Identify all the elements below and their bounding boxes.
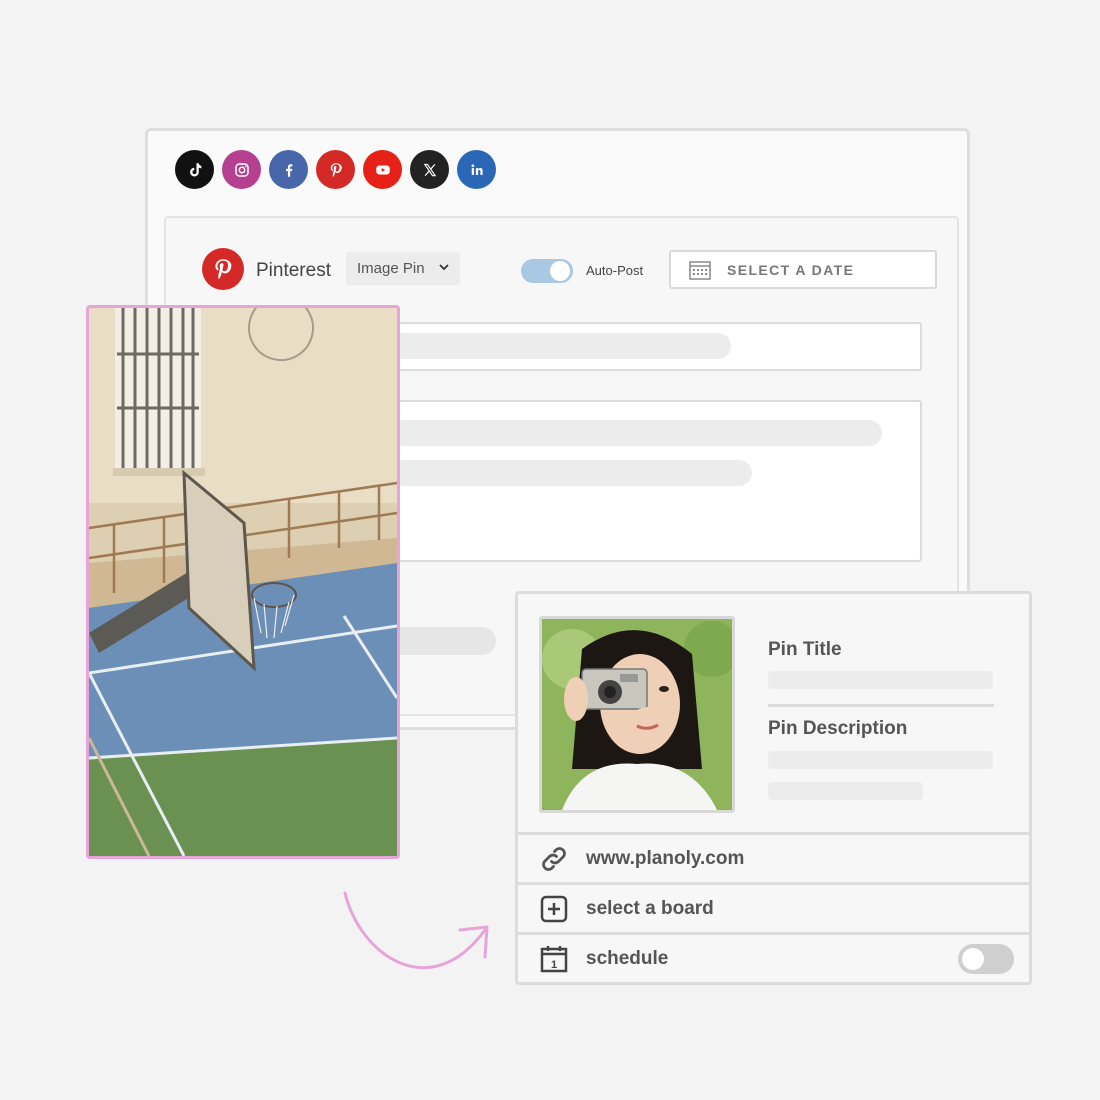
link-row[interactable]: www.planoly.com: [518, 832, 1029, 882]
platform-name: Pinterest: [256, 260, 331, 281]
pin-description-input[interactable]: [768, 751, 993, 769]
pin-preview-card: Pin Title Pin Description www.planoly.co…: [515, 591, 1032, 985]
x-icon[interactable]: [410, 150, 449, 189]
placeholder-line: [388, 460, 752, 486]
placeholder-line: [388, 420, 882, 446]
social-network-bar: [175, 150, 496, 189]
chevron-down-icon: [439, 264, 449, 271]
board-row[interactable]: select a board: [518, 882, 1029, 932]
arrow-icon: [343, 891, 489, 970]
placeholder-line: [386, 627, 496, 655]
calendar-icon: 1: [540, 945, 568, 972]
divider: [768, 704, 994, 707]
pin-type-select[interactable]: Image Pin: [346, 252, 460, 285]
pin-image-card[interactable]: [86, 305, 400, 859]
schedule-row: 1 schedule: [518, 932, 1029, 982]
placeholder-line: [388, 333, 731, 359]
board-select: select a board: [586, 897, 714, 919]
pin-type-value: Image Pin: [357, 260, 425, 277]
facebook-icon[interactable]: [269, 150, 308, 189]
title-input[interactable]: [386, 322, 922, 371]
add-board-icon: [540, 895, 568, 922]
link-icon: [542, 846, 566, 871]
link-url: www.planoly.com: [586, 847, 745, 869]
pin-title-label: Pin Title: [768, 639, 842, 660]
pin-description-line: [768, 782, 923, 800]
calendar-day: 1: [551, 959, 557, 971]
schedule-label: schedule: [586, 947, 669, 969]
calendar-icon: [689, 261, 711, 280]
pin-description-label: Pin Description: [768, 718, 908, 739]
auto-post-toggle[interactable]: [521, 259, 573, 283]
pinterest-logo-icon: [202, 248, 244, 290]
tiktok-icon[interactable]: [175, 150, 214, 189]
instagram-icon[interactable]: [222, 150, 261, 189]
basketball-court-photo: [89, 308, 397, 856]
select-date-label: SELECT A DATE: [727, 261, 855, 278]
linkedin-icon[interactable]: [457, 150, 496, 189]
camera-photo: [542, 619, 732, 810]
schedule-toggle[interactable]: [958, 943, 1014, 974]
pinterest-icon[interactable]: [316, 150, 355, 189]
auto-post-label: Auto-Post: [586, 263, 644, 278]
pin-title-input[interactable]: [768, 671, 993, 689]
select-date-button[interactable]: SELECT A DATE: [669, 250, 937, 289]
youtube-icon[interactable]: [363, 150, 402, 189]
description-textarea[interactable]: [386, 400, 922, 562]
pin-thumbnail: [539, 616, 735, 813]
